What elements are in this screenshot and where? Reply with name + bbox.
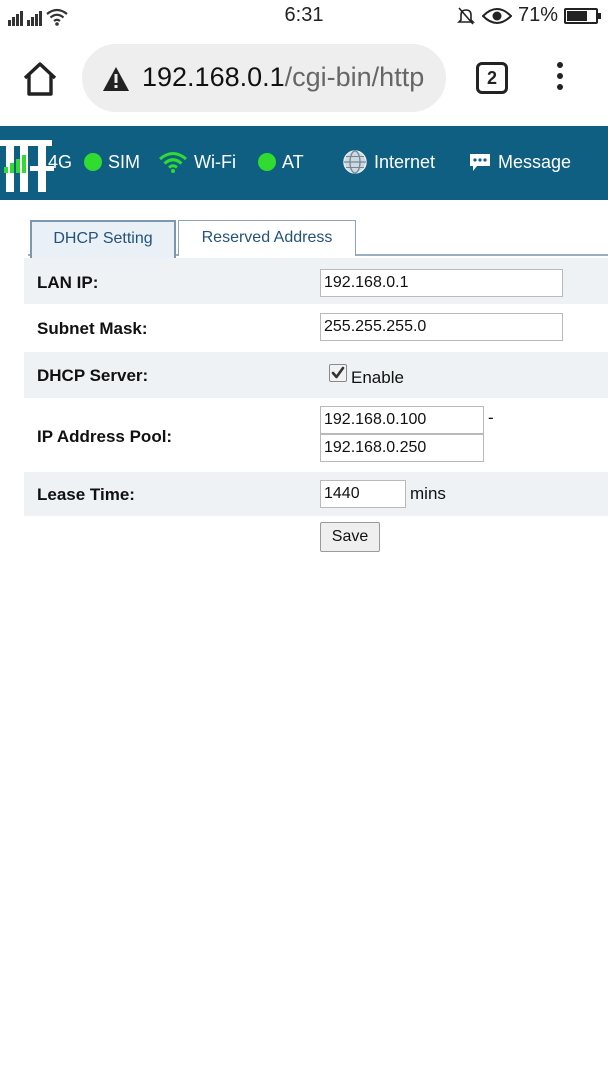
lease-time-label: Lease Time: [37,485,135,504]
battery-icon [564,7,601,24]
sim-status-dot-icon [84,153,102,171]
nav-label-sim: SIM [108,151,141,172]
nav-item-internet[interactable]: Internet [342,148,435,176]
nav-label-wifi: Wi-Fi [194,151,236,172]
home-icon[interactable] [20,60,60,98]
wifi-icon [159,152,187,173]
url-path: /cgi-bin/http [284,62,425,92]
status-bar: 6:31 71% [0,0,608,32]
dhcp-enable-label: Enable [351,368,404,387]
dhcp-server-label: DHCP Server: [37,366,149,385]
nav-label-at: AT [282,151,304,172]
checkmark-icon [331,366,345,379]
save-button[interactable]: Save [320,522,380,552]
ip-pool-start-input[interactable]: 192.168.0.100 [320,406,484,434]
router-status-nav: 4G SIM Wi-Fi AT Internet Message [0,126,608,200]
status-icons-right: 71% [456,4,601,27]
dhcp-settings-form: LAN IP: 192.168.0.1 Subnet Mask: 255.255… [24,258,608,560]
lease-time-input[interactable]: 1440 [320,480,406,508]
ip-pool-end-input[interactable]: 192.168.0.250 [320,434,484,462]
save-row: Save [24,516,608,560]
tab-switcher-button[interactable]: 2 [476,62,508,94]
tab-dhcp-setting[interactable]: DHCP Setting [30,220,176,258]
subnet-mask-input[interactable]: 255.255.255.0 [320,313,563,341]
subnet-mask-row: Subnet Mask: 255.255.255.0 [24,304,608,352]
dhcp-enable-checkbox[interactable] [329,364,347,382]
browser-menu-icon[interactable] [550,62,570,96]
browser-toolbar: 192.168.0.1/cgi-bin/http 2 [0,32,608,126]
address-bar[interactable]: 192.168.0.1/cgi-bin/http [82,44,446,112]
url-text[interactable]: 192.168.0.1/cgi-bin/http [142,62,424,93]
chat-bubble-icon [470,154,490,171]
ip-pool-label: IP Address Pool: [37,427,173,446]
nav-item-wifi[interactable]: Wi-Fi [158,148,236,176]
globe-icon [343,150,367,174]
lan-ip-input[interactable]: 192.168.0.1 [320,269,563,297]
subnet-mask-label: Subnet Mask: [37,319,148,338]
nav-item-at[interactable]: AT [258,148,304,176]
bell-muted-icon [457,6,475,25]
ip-pool-row: IP Address Pool: 192.168.0.100 - 192.168… [24,398,608,472]
settings-tab-bar: DHCP Setting Reserved Address [0,218,608,258]
nav-label-4g: 4G [48,151,73,172]
battery-fill [567,10,587,21]
tab-reserved-address[interactable]: Reserved Address [178,220,356,256]
ip-pool-separator: - [488,408,494,427]
nav-label-message: Message [498,151,572,172]
at-status-dot-icon [258,153,276,171]
nav-item-sim[interactable]: SIM [84,148,140,176]
nav-item-message[interactable]: Message [468,148,571,176]
lease-time-unit: mins [410,484,446,503]
battery-percent: 71% [517,4,558,26]
url-host: 192.168.0.1 [142,62,285,92]
eye-icon [481,7,512,24]
lan-ip-row: LAN IP: 192.168.0.1 [24,258,608,304]
nav-label-internet: Internet [374,151,436,172]
nav-item-4g[interactable]: 4G [4,148,72,176]
lan-ip-label: LAN IP: [37,273,99,292]
dhcp-server-row: DHCP Server: Enable [24,352,608,398]
lease-time-row: Lease Time: 1440 mins [24,472,608,516]
not-secure-warning-icon[interactable] [102,66,130,92]
signal-bars-icon [4,155,26,173]
